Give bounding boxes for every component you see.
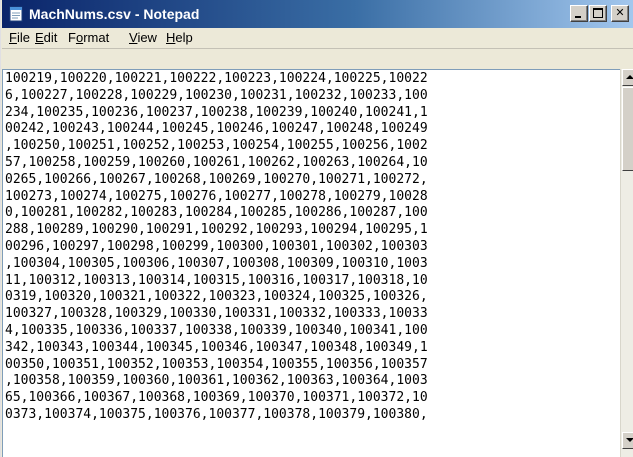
minimize-button[interactable] <box>570 5 588 22</box>
close-icon: ✕ <box>615 6 625 19</box>
minimize-icon <box>575 16 581 18</box>
editor-content[interactable]: 100219,100220,100221,100222,100223,10022… <box>5 71 428 424</box>
notepad-window: MachNums.csv - Notepad ✕ File Edit Forma… <box>0 0 633 457</box>
scroll-up-button[interactable] <box>622 69 633 86</box>
menu-format[interactable]: Format <box>68 30 109 46</box>
window-title: MachNums.csv - Notepad <box>29 6 200 22</box>
title-bar[interactable]: MachNums.csv - Notepad ✕ <box>2 0 633 28</box>
arrow-down-icon <box>626 438 633 442</box>
close-button[interactable]: ✕ <box>611 5 629 22</box>
notepad-icon[interactable] <box>8 6 24 22</box>
menu-bar: File Edit Format View Help <box>2 28 633 49</box>
arrow-up-icon <box>626 75 633 79</box>
text-editor[interactable]: 100219,100220,100221,100222,100223,10022… <box>2 69 622 457</box>
vertical-scrollbar[interactable] <box>620 69 633 457</box>
menu-view[interactable]: View <box>129 30 157 46</box>
scroll-thumb[interactable] <box>622 87 633 171</box>
maximize-button[interactable] <box>589 5 607 22</box>
menu-file[interactable]: File <box>9 30 30 46</box>
maximize-icon <box>593 8 603 18</box>
scroll-down-button[interactable] <box>622 432 633 449</box>
menu-edit[interactable]: Edit <box>35 30 57 46</box>
menu-help[interactable]: Help <box>166 30 193 46</box>
